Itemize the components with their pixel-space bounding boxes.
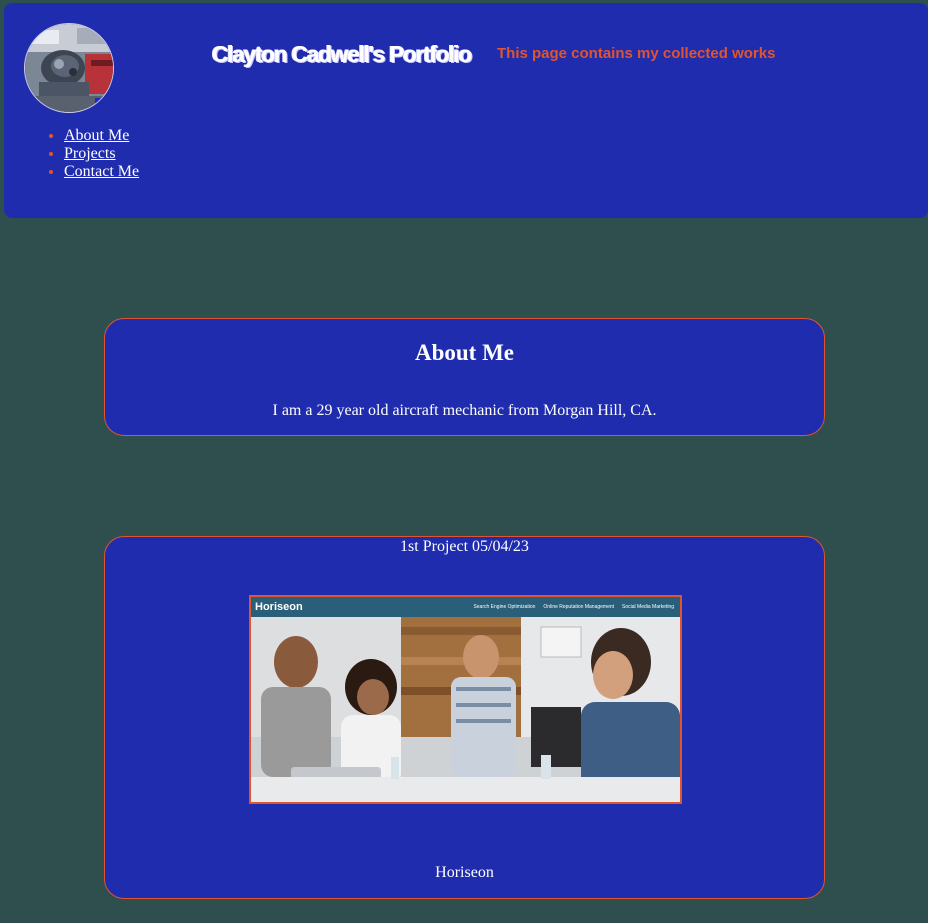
site-tagline: This page contains my collected works [497, 45, 776, 62]
project-screenshot-navbar: Horiseon Search Engine Optimization Onli… [251, 597, 680, 617]
site-header: Clayton Cadwell's Portfolio This page co… [4, 3, 928, 218]
main-nav: About Me Projects Contact Me [24, 127, 139, 181]
project-name: Horiseon [435, 864, 494, 881]
nav-link-about-me[interactable]: About Me [64, 127, 129, 144]
about-heading: About Me [414, 340, 515, 365]
profile-avatar [24, 23, 114, 113]
nav-link-projects[interactable]: Projects [64, 145, 116, 162]
project-screenshot-link[interactable]: Horiseon Search Engine Optimization Onli… [249, 595, 682, 804]
project-screenshot-link-text: Online Reputation Management [543, 604, 615, 610]
project-screenshot-brand: Horiseon [255, 601, 303, 613]
nav-item-contact: Contact Me [64, 163, 139, 181]
team-meeting-photo [251, 617, 680, 802]
about-section: About Me I am a 29 year old aircraft mec… [104, 318, 825, 436]
nav-item-projects: Projects [64, 145, 139, 163]
project-screenshot-links: Search Engine Optimization Online Reputa… [473, 603, 674, 611]
nav-link-contact-me[interactable]: Contact Me [64, 163, 139, 180]
profile-photo [25, 24, 113, 112]
project-screenshot-link-text: Search Engine Optimization [473, 604, 536, 610]
about-text: I am a 29 year old aircraft mechanic fro… [272, 402, 657, 419]
site-title: Clayton Cadwell's Portfolio [212, 41, 472, 67]
project-date-label: 1st Project 05/04/23 [400, 538, 529, 555]
project-screenshot-image [251, 617, 680, 802]
nav-item-about: About Me [64, 127, 139, 145]
project-card: 1st Project 05/04/23 Horiseon Search Eng… [104, 536, 825, 899]
project-screenshot-link-text: Social Media Marketing [622, 604, 674, 610]
